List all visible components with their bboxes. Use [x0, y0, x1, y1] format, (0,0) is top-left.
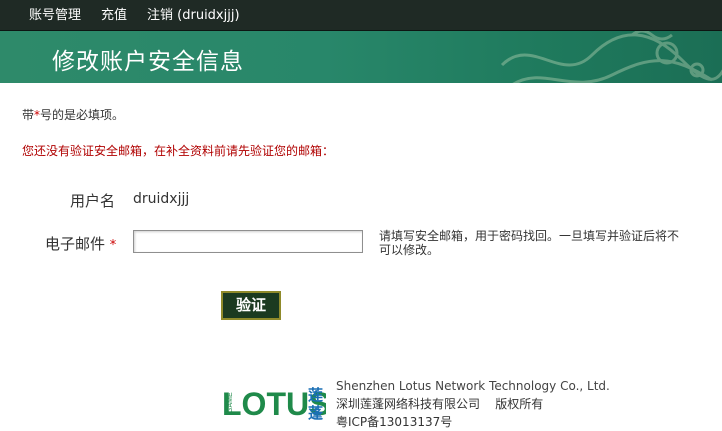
lotus-game-logo-icon: LOTUS GAME 莲 蓬 [222, 386, 326, 422]
username-value: druidxjjj [133, 191, 190, 207]
dragon-pattern-icon [500, 31, 722, 83]
email-hint: 请填写安全邮箱，用于密码找回。一旦填写并验证后将不可以修改。 [379, 229, 680, 257]
nav-logout[interactable]: 注销 (druidxjjj) [147, 7, 240, 24]
page-title: 修改账户安全信息 [52, 49, 244, 75]
email-label-row: 电子邮件 * [45, 233, 116, 254]
verify-email-warning: 您还没有验证安全邮箱，在补全资料前请先验证您的邮箱： [22, 144, 335, 158]
required-fields-note: 带*号的是必填项。 [22, 106, 124, 123]
footer-text: Shenzhen Lotus Network Technology Co., L… [336, 377, 610, 431]
main-content: 带*号的是必填项。 您还没有验证安全邮箱，在补全资料前请先验证您的邮箱： 用户名… [0, 83, 722, 430]
page-header: 修改账户安全信息 [0, 31, 722, 83]
nav-recharge[interactable]: 充值 [101, 7, 127, 24]
verify-button[interactable]: 验证 [221, 291, 281, 320]
logo-game-text: GAME [227, 392, 234, 413]
top-nav-bar: 账号管理 充值 注销 (druidxjjj) [0, 0, 722, 31]
email-required-star: * [109, 238, 117, 253]
note-prefix: 带 [22, 108, 35, 122]
company-name-en: Shenzhen Lotus Network Technology Co., L… [336, 379, 610, 393]
note-suffix: 号的是必填项。 [40, 108, 125, 122]
company-name-cn: 深圳莲蓬网络科技有限公司 [336, 397, 481, 411]
email-field[interactable] [133, 230, 363, 253]
nav-account-management[interactable]: 账号管理 [29, 7, 81, 24]
email-label: 电子邮件 [45, 235, 106, 253]
logo-cn-2: 蓬 [308, 404, 324, 422]
company-name-row: 深圳莲蓬网络科技有限公司 版权所有 [336, 395, 610, 413]
logo-cn-1: 莲 [308, 386, 323, 404]
username-label: 用户名 [70, 192, 116, 210]
top-nav: 账号管理 充值 注销 (druidxjjj) [29, 7, 260, 24]
copyright-text: 版权所有 [495, 397, 544, 411]
icp-number: 粤ICP备13013137号 [336, 415, 453, 429]
